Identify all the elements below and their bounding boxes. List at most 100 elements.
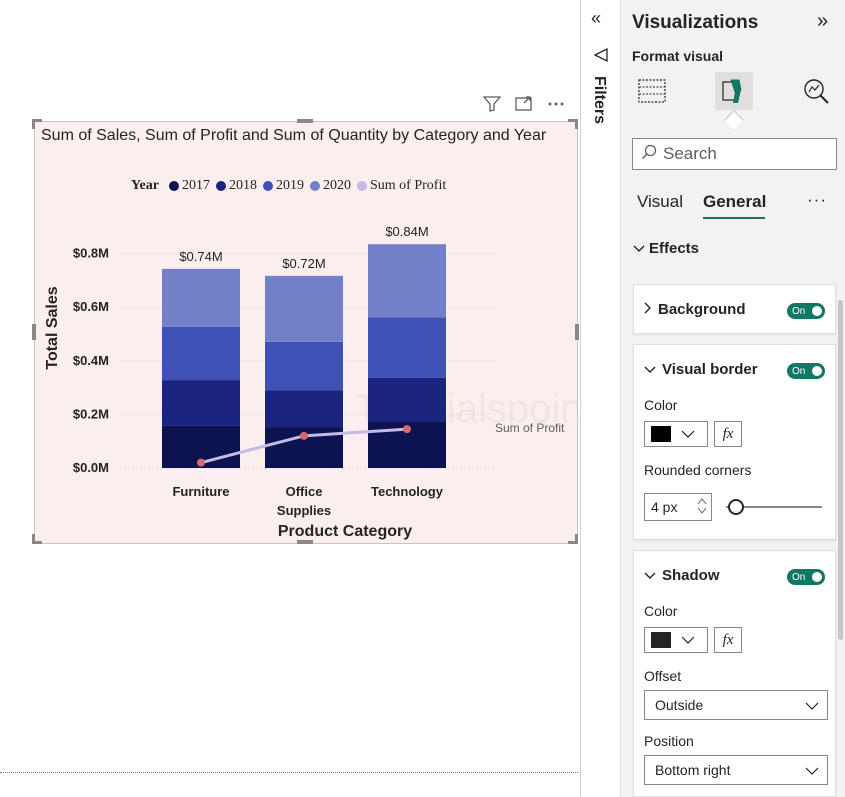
- bar-total-label: $0.84M: [385, 224, 428, 239]
- border-color-label: Color: [644, 397, 678, 413]
- double-chevron-left-icon[interactable]: «: [591, 8, 601, 29]
- background-card: Background On: [633, 284, 836, 334]
- profit-point: [197, 458, 205, 467]
- rounded-corners-label: Rounded corners: [644, 462, 752, 478]
- chevron-down-icon: [805, 697, 819, 713]
- chevron-down-icon: [681, 425, 695, 443]
- visual-border-header[interactable]: Visual border: [644, 361, 758, 378]
- search-placeholder: Search: [663, 144, 717, 163]
- y-tick-label: $0.0M: [73, 460, 109, 475]
- visual-border-toggle[interactable]: On: [787, 363, 825, 379]
- color-swatch: [651, 426, 671, 442]
- position-label: Position: [644, 733, 694, 749]
- bar-segment-2020: [265, 275, 343, 342]
- pane-scrollbar[interactable]: [838, 300, 843, 640]
- double-chevron-right-icon[interactable]: »: [817, 10, 828, 33]
- y-tick-label: $0.4M: [73, 353, 109, 368]
- tab-visual[interactable]: Visual: [637, 192, 683, 212]
- pane-title: Visualizations: [632, 12, 759, 33]
- chart-plot-area: Tutorialspoint $0.0M$0.2M$0.4M$0.6M$0.8M…: [44, 224, 577, 540]
- search-input[interactable]: Search: [632, 138, 837, 170]
- bar-segment-2019: [368, 317, 446, 378]
- position-value: Bottom right: [655, 762, 731, 778]
- shadow-label: Shadow: [662, 567, 720, 584]
- selected-indicator-caret: [724, 110, 744, 130]
- toggle-knob: [812, 572, 822, 582]
- bar-segment-2018: [265, 390, 343, 428]
- filter-icon[interactable]: [482, 94, 502, 114]
- color-swatch: [651, 632, 671, 648]
- bar-segment-2018: [368, 377, 446, 422]
- toggle-label: On: [792, 365, 806, 377]
- build-visual-icon[interactable]: [633, 72, 671, 110]
- background-toggle[interactable]: On: [787, 303, 825, 319]
- bar-segment-2019: [162, 326, 240, 381]
- spinner-arrows-icon[interactable]: [697, 497, 707, 518]
- tab-general[interactable]: General: [703, 192, 766, 212]
- shadow-color-label: Color: [644, 603, 678, 619]
- background-header[interactable]: Background: [644, 301, 746, 318]
- y-tick-label: $0.8M: [73, 246, 109, 261]
- effects-section-header[interactable]: Effects: [633, 240, 699, 257]
- offset-dropdown[interactable]: Outside: [644, 690, 828, 720]
- chevron-down-icon: [681, 631, 695, 649]
- focus-mode-icon[interactable]: [514, 94, 534, 114]
- x-tick-label: Technology: [371, 484, 444, 499]
- more-options-icon[interactable]: [546, 94, 566, 114]
- chevron-down-icon: [644, 567, 656, 584]
- bar-segment-2019: [265, 341, 343, 391]
- stacked-column-chart-visual[interactable]: Sum of Sales, Sum of Profit and Sum of Q…: [32, 119, 579, 544]
- border-color-fx-button[interactable]: fx: [714, 421, 742, 447]
- filter-funnel-icon: [593, 47, 608, 65]
- y-tick-label: $0.6M: [73, 299, 109, 314]
- background-label: Background: [658, 301, 746, 318]
- profit-point: [403, 425, 411, 434]
- x-tick-label: Supplies: [277, 503, 331, 518]
- x-tick-label: Furniture: [172, 484, 229, 499]
- chevron-right-icon: [644, 301, 652, 318]
- y-axis-title: Total Sales: [44, 286, 61, 369]
- visual-header-toolbar: [482, 94, 578, 114]
- shadow-color-fx-button[interactable]: fx: [714, 627, 742, 653]
- y-tick-label: $0.2M: [73, 406, 109, 421]
- toggle-label: On: [792, 571, 806, 583]
- page-boundary-line: [0, 772, 578, 773]
- shadow-card: Shadow On Color fx Offset Outside Positi…: [633, 550, 836, 797]
- chevron-down-icon: [633, 240, 645, 257]
- border-color-picker[interactable]: [644, 421, 708, 447]
- rounded-corners-spinbox[interactable]: 4 px: [644, 493, 712, 521]
- effects-label: Effects: [649, 240, 700, 257]
- slider-thumb[interactable]: [728, 499, 744, 515]
- bar-segment-2020: [368, 244, 446, 318]
- visual-border-card: Visual border On Color fx Rounded corner…: [633, 344, 836, 540]
- more-options-button[interactable]: ···: [807, 190, 827, 210]
- shadow-color-picker[interactable]: [644, 627, 708, 653]
- profit-point: [300, 431, 308, 440]
- format-visual-label: Format visual: [632, 48, 724, 64]
- bar-segment-2018: [162, 380, 240, 426]
- shadow-toggle[interactable]: On: [787, 569, 825, 585]
- filters-label[interactable]: Filters: [590, 76, 608, 124]
- offset-value: Outside: [655, 697, 704, 713]
- bar-segment-2020: [162, 268, 240, 327]
- bar-total-label: $0.72M: [282, 256, 325, 271]
- visual-border-label: Visual border: [662, 361, 758, 378]
- rounded-corners-slider[interactable]: [726, 499, 822, 515]
- active-tab-underline: [703, 217, 765, 219]
- shadow-header[interactable]: Shadow: [644, 567, 720, 584]
- report-canvas[interactable]: Sum of Sales, Sum of Profit and Sum of Q…: [0, 0, 580, 797]
- toggle-knob: [812, 366, 822, 376]
- visualizations-pane: Visualizations » Format visual Search Vi…: [620, 0, 845, 797]
- x-tick-label: Office: [286, 484, 323, 499]
- search-icon: [641, 144, 657, 165]
- x-axis-title: Product Category: [278, 523, 412, 540]
- format-paintbrush-icon[interactable]: [715, 72, 753, 110]
- filters-pane-collapsed[interactable]: « Filters: [580, 0, 620, 797]
- rounded-corners-value: 4 px: [651, 499, 678, 515]
- chevron-down-icon: [805, 762, 819, 778]
- profit-series-label: Sum of Profit: [495, 421, 565, 435]
- toggle-label: On: [792, 305, 806, 317]
- chevron-down-icon: [644, 361, 656, 378]
- analytics-magnifier-icon[interactable]: [797, 72, 835, 110]
- position-dropdown[interactable]: Bottom right: [644, 755, 828, 785]
